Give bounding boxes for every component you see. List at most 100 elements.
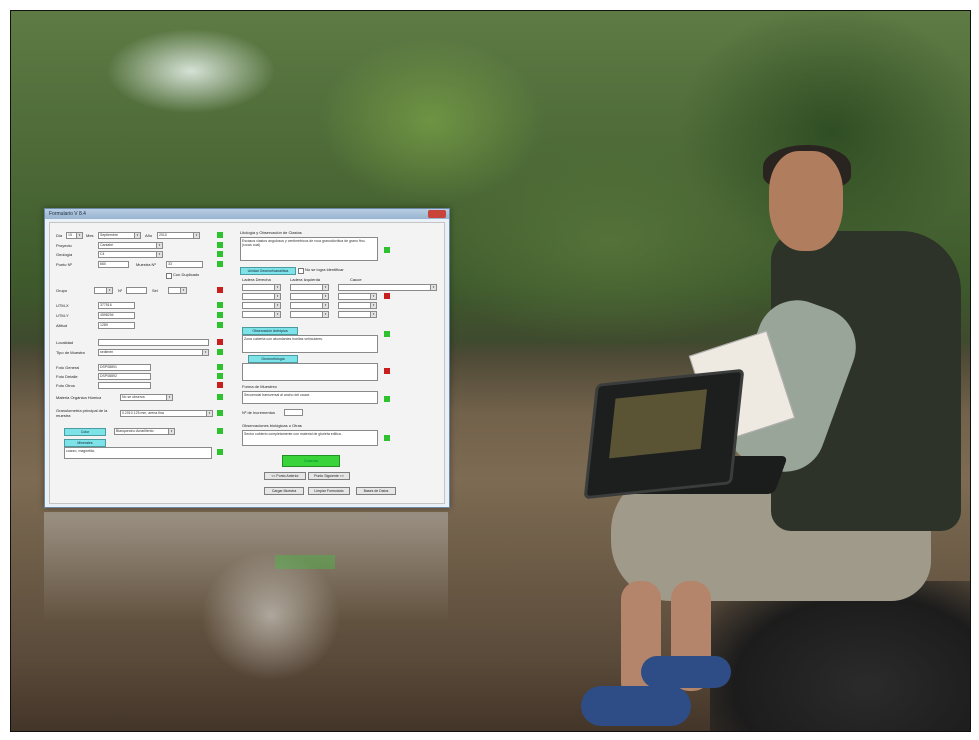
sel-select[interactable]: ▾ bbox=[168, 287, 187, 294]
ladera-izquierda-select-2[interactable]: ▾ bbox=[290, 293, 329, 300]
proyecto-select[interactable]: Cantabri ▾ bbox=[98, 242, 163, 249]
tipo-select[interactable]: sedimen ▾ bbox=[98, 349, 209, 356]
window-title: Formulario V 8.4 bbox=[49, 211, 86, 217]
obs-biologicas-label: Observaciones biológicas u Otras bbox=[242, 423, 302, 428]
minerales-textarea[interactable]: cuarzo, magnetita, bbox=[64, 447, 212, 459]
ladera-derecha-label: Ladera Derecha bbox=[242, 277, 271, 282]
ladera-izquierda-select-3[interactable]: ▾ bbox=[290, 302, 329, 309]
person-shoe-right bbox=[641, 656, 731, 688]
ladera-izquierda-select-1[interactable]: ▾ bbox=[290, 284, 329, 291]
person-head bbox=[769, 151, 843, 251]
foto-detalle-label: Foto Detalle bbox=[56, 374, 78, 379]
field-geologist bbox=[571, 145, 970, 731]
foto-detalle-input[interactable]: DSP08892 bbox=[98, 373, 151, 380]
punto-input[interactable]: 660 bbox=[98, 261, 129, 268]
obs-antropica-textarea[interactable]: Zona cubierta con abundantes huellas veh… bbox=[242, 335, 378, 353]
window-reflection bbox=[44, 512, 448, 622]
obs-biologicas-textarea[interactable]: Sector cubierto completamente con materi… bbox=[242, 430, 378, 446]
geomorfologia-button[interactable]: Geomorfología bbox=[248, 355, 298, 363]
incrementos-input[interactable] bbox=[284, 409, 303, 416]
cauce-select-2[interactable]: ▾ bbox=[338, 293, 377, 300]
status-green-fecha bbox=[217, 232, 223, 238]
bases-datos-button[interactable]: Bases de Datos bbox=[356, 487, 396, 495]
materia-select[interactable]: No se observa ▾ bbox=[120, 394, 173, 401]
geologia-label: Geología bbox=[56, 252, 73, 257]
limpiar-formulario-button[interactable]: Limpiar Formulario bbox=[308, 487, 350, 495]
tipo-label: Tipo de Muestra bbox=[56, 350, 85, 355]
close-button[interactable] bbox=[428, 210, 446, 218]
granulometria-label: Granulometría principal de la muestra bbox=[56, 409, 108, 418]
status-green-granulometria bbox=[217, 410, 223, 416]
utmy-input[interactable]: 4598294 bbox=[98, 312, 135, 319]
cauce-label: Cauce bbox=[350, 277, 362, 282]
minerales-button[interactable]: Minerales bbox=[64, 439, 106, 447]
altitud-input[interactable]: 1289 bbox=[98, 322, 135, 329]
materia-label: Materia Orgánica Húmica bbox=[56, 395, 102, 400]
incrementos-label: Nº de Incrementos bbox=[242, 410, 276, 415]
granulometria-select[interactable]: 0.2010 125 mm, arena fina ▾ bbox=[120, 410, 213, 417]
cauce-select-3[interactable]: ▾ bbox=[338, 302, 377, 309]
litologia-textarea[interactable]: Escasos clastos angulosos y centimétrico… bbox=[240, 237, 378, 261]
n-input[interactable] bbox=[126, 287, 147, 294]
ano-label: Año bbox=[145, 233, 153, 238]
ladera-derecha-select-2[interactable]: ▾ bbox=[242, 293, 281, 300]
status-red-geomorfo bbox=[384, 293, 390, 299]
foto-general-input[interactable]: DSP08891 bbox=[98, 364, 151, 371]
altitud-label: Altitud bbox=[56, 323, 68, 328]
ladera-derecha-select-1[interactable]: ▾ bbox=[242, 284, 281, 291]
window-titlebar: Formulario V 8.4 bbox=[45, 209, 449, 219]
unidad-check-label: No se logra identificar bbox=[305, 267, 344, 272]
unidad-button[interactable]: Unidad Geomorfoanalítica bbox=[240, 267, 296, 275]
status-green-litologia bbox=[384, 247, 390, 253]
status-red-grupo bbox=[217, 287, 223, 293]
ladera-derecha-select-4[interactable]: ▾ bbox=[242, 311, 281, 318]
punto-siguiente-button[interactable]: Punto Siguiente >> bbox=[308, 472, 350, 480]
utmy-label: UTM-Y bbox=[56, 313, 69, 318]
forma-textarea[interactable]: Secuencial transversal al ancho del cauc… bbox=[242, 391, 378, 404]
ladera-derecha-select-3[interactable]: ▾ bbox=[242, 302, 281, 309]
duplicado-label: Con Duplicado bbox=[173, 272, 200, 277]
laptop-screen bbox=[609, 389, 708, 459]
unidad-checkbox[interactable] bbox=[298, 268, 304, 274]
status-green-forma bbox=[384, 396, 390, 402]
ano-select[interactable]: 2010 ▾ bbox=[157, 232, 200, 239]
grupo-select[interactable]: ▾ bbox=[94, 287, 113, 294]
status-green-punto bbox=[217, 261, 223, 267]
foto-otros-input[interactable] bbox=[98, 382, 151, 389]
foto-general-label: Foto General bbox=[56, 365, 80, 370]
obs-antropica-button[interactable]: Observación Antrópica bbox=[242, 327, 298, 335]
status-green-altitud bbox=[217, 322, 223, 328]
mes-label: Mes bbox=[86, 233, 94, 238]
status-green-biologicas bbox=[384, 435, 390, 441]
mes-select[interactable]: Septiembre ▾ bbox=[98, 232, 141, 239]
status-green-foto-detalle bbox=[217, 373, 223, 379]
ladera-izquierda-label: Ladera Izquierda bbox=[290, 277, 321, 282]
dia-select[interactable]: 15 ▾ bbox=[66, 232, 83, 239]
cargar-muestra-button[interactable]: Cargar Muestra bbox=[264, 487, 304, 495]
utmx-label: UTM-X bbox=[56, 303, 69, 308]
rugged-laptop bbox=[583, 368, 745, 500]
muestra-input[interactable]: 33 bbox=[166, 261, 203, 268]
color-select[interactable]: Blanquecino Amarillento ▾ bbox=[114, 428, 175, 435]
litologia-label: Litología y Observación de Clastos bbox=[240, 230, 302, 235]
foto-otros-label: Foto Otros bbox=[56, 383, 75, 388]
grupo-label: Grupo bbox=[56, 288, 68, 293]
status-green-geologia bbox=[217, 251, 223, 257]
form-client: Día 15 ▾ Mes Septiembre ▾ Año 2010 ▾ Proyec… bbox=[49, 222, 445, 504]
localidad-input[interactable] bbox=[98, 339, 209, 346]
proyecto-label: Proyecto bbox=[56, 243, 72, 248]
status-green-tipo bbox=[217, 349, 223, 355]
geomorfologia-textarea[interactable] bbox=[242, 363, 378, 381]
geologia-select[interactable]: C4 ▾ bbox=[98, 251, 163, 258]
punto-anterior-button[interactable]: << Punto Anterior bbox=[264, 472, 306, 480]
localidad-label: Localidad bbox=[56, 340, 74, 345]
duplicado-checkbox[interactable] bbox=[166, 273, 172, 279]
status-red-foto-otros bbox=[217, 382, 223, 388]
color-button[interactable]: Color bbox=[64, 428, 106, 436]
utmx-input[interactable]: 377516 bbox=[98, 302, 135, 309]
cauce-select-1[interactable]: ▾ bbox=[338, 284, 437, 291]
ladera-izquierda-select-4[interactable]: ▾ bbox=[290, 311, 329, 318]
status-green-utmy bbox=[217, 312, 223, 318]
guardar-button[interactable]: Guardar bbox=[282, 455, 340, 467]
cauce-select-4[interactable]: ▾ bbox=[338, 311, 377, 318]
